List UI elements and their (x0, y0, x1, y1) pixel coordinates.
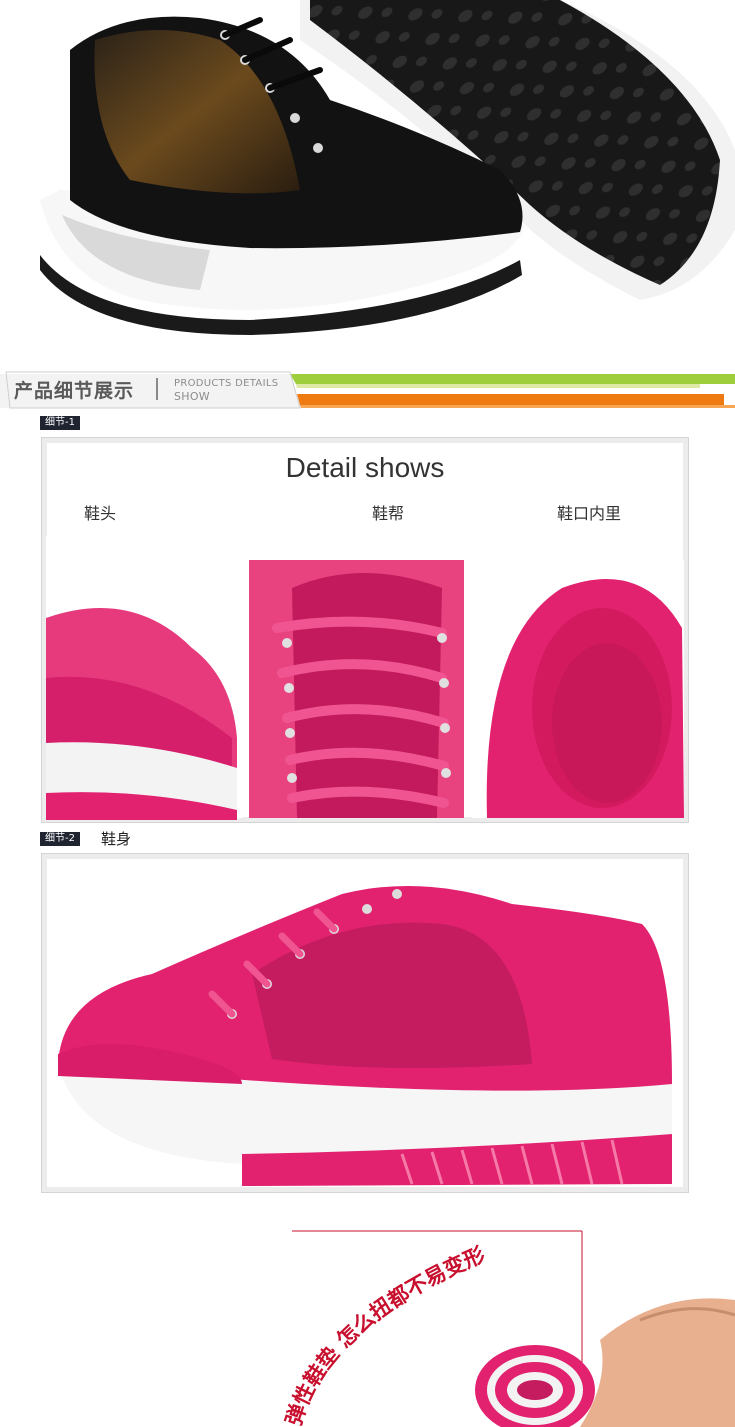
black-sneaker-illustration (40, 0, 735, 335)
detail-1-panel: Detail shows 鞋头 鞋帮 鞋口内里 (41, 437, 689, 823)
detail-1-photos (46, 536, 684, 820)
hero-product-photo (0, 0, 735, 355)
lacing-photo (249, 560, 464, 818)
pink-sneaker-side-photo (56, 886, 672, 1186)
svg-text:弹性鞋垫 怎么扭都不易变形: 弹性鞋垫 怎么扭都不易变形 (282, 1242, 489, 1427)
section-header: 产品细节展示 PRODUCTS DETAILS SHOW (0, 360, 735, 416)
insole-feature-section: 弹性鞋垫 怎么扭都不易变形 (0, 1200, 735, 1427)
section-title-en-line2: SHOW (174, 390, 210, 403)
section-title-cn: 产品细节展示 (14, 380, 135, 402)
detail-2-tag: 细节-2 (40, 832, 80, 846)
toe-photo (46, 536, 242, 820)
title-divider (156, 378, 158, 400)
curved-slogan: 弹性鞋垫 怎么扭都不易变形 (282, 1242, 489, 1427)
section-title-en-line1: PRODUCTS DETAILS (174, 378, 279, 389)
collar-lining-photo (472, 560, 684, 818)
shoe-body-label: 鞋身 (101, 830, 132, 848)
detail-2-panel (41, 853, 689, 1193)
insole-slogan-text: 弹性鞋垫 怎么扭都不易变形 (282, 1242, 489, 1427)
detail-1-tag: 细节-1 (40, 416, 80, 430)
